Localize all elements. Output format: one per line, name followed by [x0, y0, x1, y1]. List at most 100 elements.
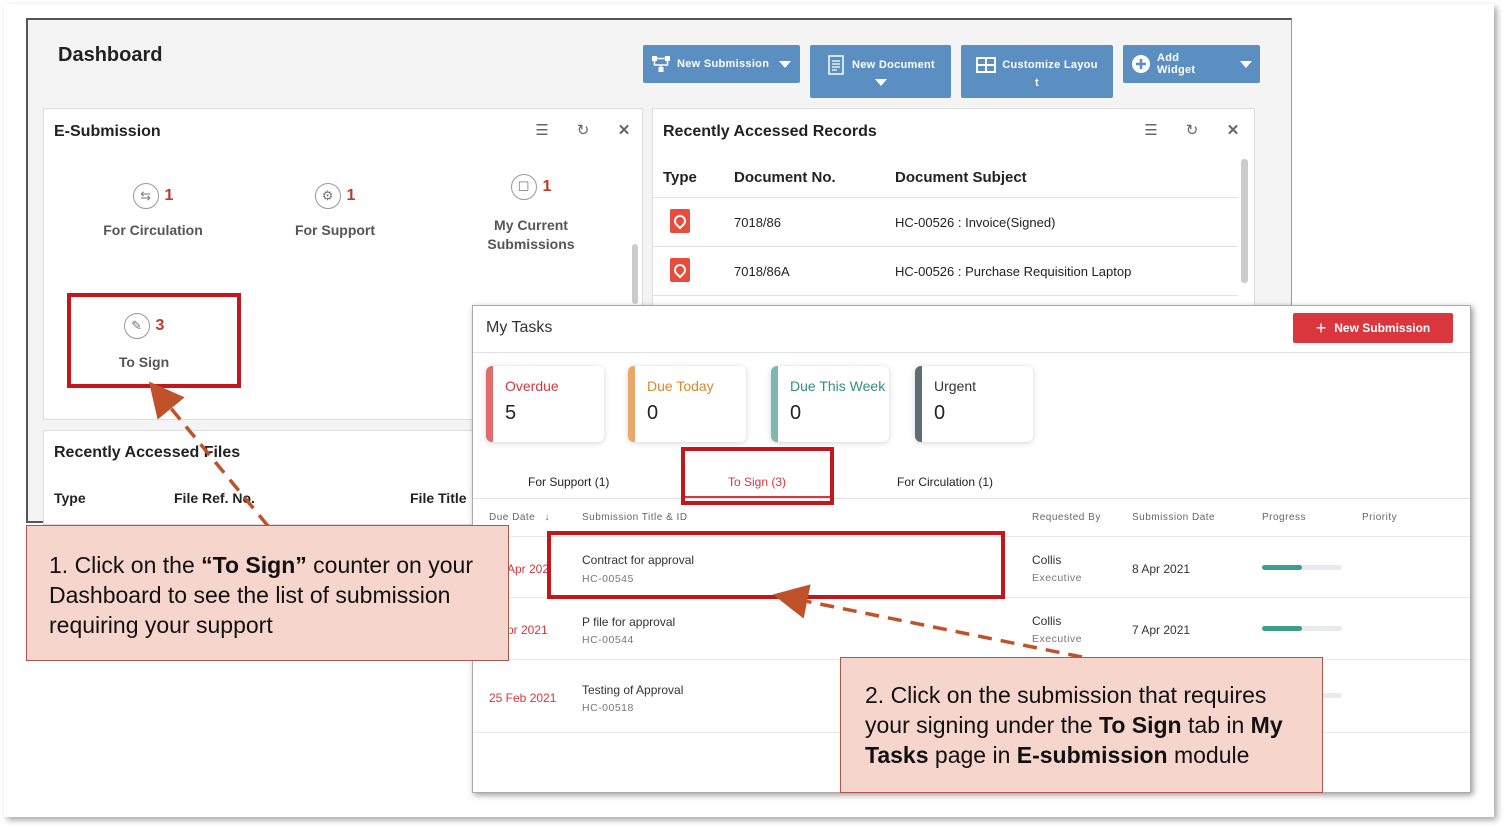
table-cell[interactable]: HC-00526 : Purchase Requisition Laptop	[895, 264, 1131, 279]
new-document-button[interactable]: New Document	[810, 45, 951, 98]
submission-title: P file for approval	[582, 615, 676, 629]
due-date: pr 2021	[507, 623, 548, 637]
counter-label: For Circulation	[103, 222, 203, 238]
recent-records-title: Recently Accessed Records	[663, 123, 877, 140]
requester-role: Executive	[1032, 633, 1083, 645]
card-label: Due This Week	[790, 378, 886, 394]
new-submission-button[interactable]: + New Submission	[1293, 313, 1453, 343]
card-label: Due Today	[647, 378, 714, 394]
progress-fill	[1262, 626, 1302, 631]
chevron-down-icon	[1240, 60, 1252, 68]
counter-label: For Support	[294, 222, 376, 238]
divider	[473, 352, 1470, 353]
card-value: 0	[790, 402, 802, 424]
submission-id: HC-00518	[582, 702, 634, 714]
counter-label-line2: Submissions	[487, 236, 575, 252]
table-cell[interactable]: HC-00526 : Invoice(Signed)	[895, 215, 1055, 230]
divider	[653, 295, 1238, 296]
scrollbar[interactable]	[1241, 159, 1248, 283]
card-due-today[interactable]: Due Today 0	[628, 366, 746, 442]
column-header-label: Due Date	[489, 512, 536, 523]
card-overdue[interactable]: Overdue 5	[486, 366, 604, 442]
workflow-icon	[652, 56, 670, 72]
recent-files-panel: Recently Accessed Files Type File Ref. N…	[43, 430, 488, 525]
column-header-due-date[interactable]: Due Date ↓	[489, 512, 550, 523]
layout-icon	[976, 57, 997, 73]
submission-id: HC-00544	[582, 634, 634, 646]
column-header: Document Subject	[895, 169, 1027, 186]
page-title: Dashboard	[58, 44, 163, 66]
callout-emphasis: E-submission	[1016, 742, 1168, 768]
progress-fill	[1262, 565, 1302, 570]
close-icon[interactable]: ✕	[616, 123, 632, 139]
new-submission-label: New Submission	[1334, 321, 1431, 335]
card-label: Urgent	[934, 378, 977, 394]
divider	[473, 498, 1470, 499]
callout-text: 1. Click on the	[49, 552, 202, 578]
column-header: Type	[54, 490, 86, 506]
card-label: Overdue	[505, 378, 559, 394]
column-header: Requested By	[1032, 512, 1101, 523]
callout-text: module	[1167, 742, 1250, 768]
chevron-down-icon	[779, 60, 792, 68]
submission-title: Testing of Approval	[582, 683, 684, 697]
column-header: Document No.	[734, 169, 836, 186]
counter-for-circulation[interactable]: ⇆ 1 For Circulation	[88, 183, 218, 240]
highlight-submission-row	[547, 531, 1005, 599]
highlight-to-sign-counter	[67, 293, 241, 388]
recent-records-panel: Recently Accessed Records ☰ ↻ ✕ Type Doc…	[652, 108, 1255, 308]
drag-handle-icon[interactable]: ☰	[1143, 123, 1159, 139]
callout-step-1: 1. Click on the “To Sign” counter on you…	[26, 525, 509, 661]
column-header: File Ref. No.	[174, 490, 255, 506]
due-date: 25 Feb 2021	[489, 691, 557, 705]
table-cell[interactable]: 7018/86A	[734, 264, 790, 279]
column-header: Priority	[1362, 512, 1398, 523]
card-urgent[interactable]: Urgent 0	[915, 366, 1033, 442]
add-widget-button[interactable]: Add Widget	[1123, 45, 1260, 83]
page-title: My Tasks	[486, 319, 553, 336]
pdf-icon	[670, 209, 690, 233]
counter-value: 1	[164, 187, 174, 204]
card-due-this-week[interactable]: Due This Week 0	[771, 366, 889, 442]
customize-layout-label: Customize Layou	[1002, 59, 1098, 71]
plus-circle-icon	[1132, 55, 1150, 73]
document-icon	[828, 55, 844, 75]
counter-for-support[interactable]: ⚙ 1 For Support	[270, 183, 400, 240]
column-header: Submission Date	[1132, 512, 1216, 523]
due-date: Apr 202	[507, 562, 550, 576]
recent-files-title: Recently Accessed Files	[54, 444, 241, 461]
sort-down-icon: ↓	[544, 512, 551, 523]
counter-my-current-submissions[interactable]: ☐ 1 My Current Submissions	[466, 174, 596, 254]
requested-by: Collis	[1032, 614, 1062, 628]
callout-text: page in	[928, 742, 1017, 768]
counter-value: 1	[542, 178, 552, 195]
pdf-icon	[670, 258, 690, 282]
customize-layout-label-wrap: t	[1035, 77, 1039, 89]
new-submission-button[interactable]: New Submission	[643, 45, 800, 83]
requester-role: Executive	[1032, 572, 1083, 584]
refresh-icon[interactable]: ↻	[575, 123, 591, 139]
close-icon[interactable]: ✕	[1225, 123, 1241, 139]
plus-icon: +	[1315, 317, 1327, 338]
submission-date: 8 Apr 2021	[1132, 562, 1191, 576]
highlight-to-sign-tab	[681, 447, 834, 505]
counter-label: My Current Submissions	[466, 216, 596, 254]
column-header: File Title	[410, 490, 467, 506]
scrollbar[interactable]	[632, 244, 638, 304]
callout-emphasis: To Sign	[1099, 712, 1182, 738]
counter-value: 1	[346, 187, 356, 204]
customize-layout-button[interactable]: Customize Layou t	[961, 45, 1113, 98]
card-value: 0	[647, 402, 659, 424]
card-value: 5	[505, 402, 517, 424]
submission-date: 7 Apr 2021	[1132, 623, 1191, 637]
circulation-icon: ⇆	[132, 183, 159, 209]
tab-for-support[interactable]: For Support (1)	[528, 475, 609, 489]
card-value: 0	[934, 402, 946, 424]
refresh-icon[interactable]: ↻	[1184, 123, 1200, 139]
esubmission-title: E-Submission	[54, 123, 161, 140]
table-cell[interactable]: 7018/86	[734, 215, 781, 230]
drag-handle-icon[interactable]: ☰	[534, 123, 550, 139]
support-icon: ⚙	[314, 183, 341, 209]
divider	[653, 197, 1238, 198]
tab-for-circulation[interactable]: For Circulation (1)	[897, 475, 993, 489]
